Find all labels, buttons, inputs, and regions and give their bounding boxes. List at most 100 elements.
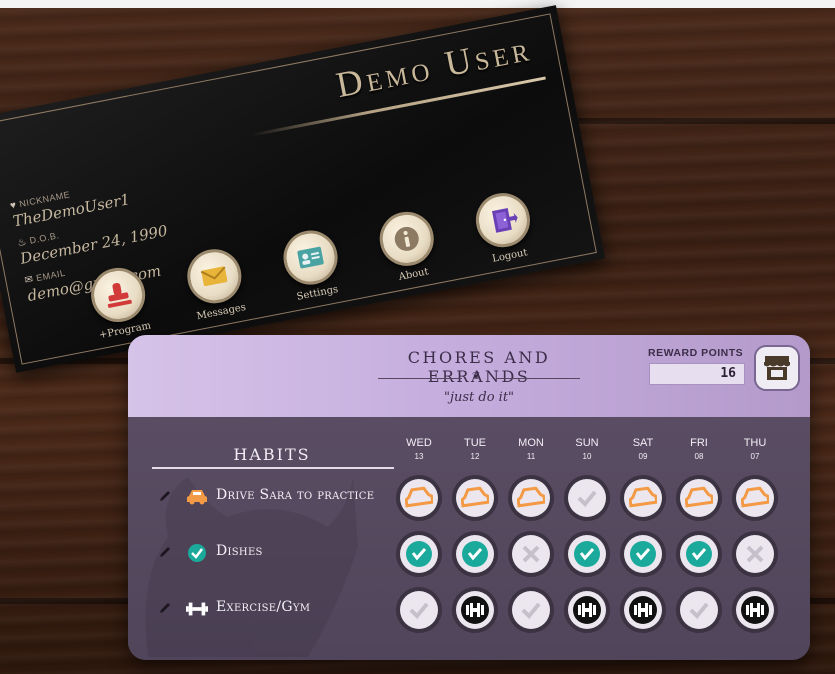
stamp-icon	[512, 479, 550, 517]
day-header-tue: TUE 12	[447, 437, 503, 461]
habit-day-cell[interactable]	[676, 587, 722, 633]
menu-logout-button[interactable]: Logout	[463, 187, 545, 268]
habit-day-cell[interactable]	[732, 531, 778, 577]
cross-mark-icon	[736, 535, 774, 573]
habit-day-cell[interactable]	[508, 587, 554, 633]
reward-points-label: REWARD POINTS	[648, 347, 744, 359]
stamp-icon	[456, 479, 494, 517]
habit-day-cell[interactable]	[452, 475, 498, 521]
habits-underline	[152, 467, 394, 469]
title-rule-right	[496, 378, 580, 379]
habit-day-cell[interactable]	[564, 475, 610, 521]
cake-icon: ♨	[16, 236, 28, 250]
habit-day-cell[interactable]	[620, 531, 666, 577]
day-date: 11	[526, 452, 536, 461]
reward-points-value: 16	[649, 363, 745, 385]
habit-name[interactable]: Dishes	[216, 543, 263, 559]
menu-messages-button[interactable]: Messages	[175, 243, 257, 324]
habit-day-cell[interactable]	[508, 475, 554, 521]
day-date: 08	[694, 452, 704, 461]
stamp-icon	[568, 535, 606, 573]
cross-mark-icon	[512, 535, 550, 573]
top-strip	[0, 0, 835, 8]
day-header-mon: MON 11	[503, 437, 559, 461]
stamp-icon	[624, 479, 662, 517]
store-icon	[764, 356, 790, 380]
habit-day-cell[interactable]	[564, 531, 610, 577]
logout-circle[interactable]	[471, 188, 535, 252]
about-circle[interactable]	[375, 207, 439, 271]
day-date: 07	[750, 452, 760, 461]
habit-day-cell[interactable]	[732, 587, 778, 633]
edit-pencil-icon[interactable]	[158, 488, 174, 504]
habit-day-cell[interactable]	[676, 475, 722, 521]
id-card-icon	[297, 246, 324, 269]
stamp-icon	[107, 282, 132, 308]
stamp-icon	[624, 591, 662, 629]
stamp-icon	[736, 591, 774, 629]
habit-row: Exercise/Gym	[128, 585, 810, 635]
heart-icon: ♥	[9, 199, 18, 212]
stamp-icon	[400, 479, 438, 517]
edit-pencil-icon[interactable]	[158, 600, 174, 616]
habit-day-cell[interactable]	[396, 531, 442, 577]
day-date: 09	[638, 452, 648, 461]
profile-card: Demo User ♥NICKNAME TheDemoUser1 ♨D.O.B.…	[0, 5, 606, 373]
menu-settings-button[interactable]: Settings	[271, 224, 353, 305]
day-name: THU	[743, 437, 767, 449]
day-name: FRI	[690, 437, 708, 449]
car-icon	[186, 486, 208, 508]
messages-circle[interactable]	[182, 244, 246, 308]
title-rule-left	[378, 378, 462, 379]
stamp-icon	[568, 591, 606, 629]
stamp-icon	[456, 535, 494, 573]
ornament-icon: ❦	[472, 371, 481, 382]
chores-panel: CHORES AND ERRANDS ❦ "just do it" REWARD…	[128, 335, 810, 660]
habit-name[interactable]: Drive Sara to practice	[216, 487, 374, 503]
day-header-sat: SAT 09	[615, 437, 671, 461]
stamp-icon	[680, 535, 718, 573]
check-mark-icon	[400, 591, 438, 629]
stamp-icon	[624, 535, 662, 573]
habit-day-cell[interactable]	[452, 587, 498, 633]
habit-day-cell[interactable]	[564, 587, 610, 633]
panel-body: HABITS WED 13 TUE 12 MON 11 SUN 10 SAT 09 FRI 08 THU…	[128, 417, 810, 660]
habit-name[interactable]: Exercise/Gym	[216, 599, 310, 615]
habit-row: Dishes	[128, 529, 810, 579]
menu-program-button[interactable]: +Program	[79, 262, 161, 343]
envelope-small-icon: ✉	[23, 273, 35, 287]
habit-day-cell[interactable]	[676, 531, 722, 577]
check-mark-icon	[568, 479, 606, 517]
day-date: 13	[414, 452, 424, 461]
day-name: WED	[406, 437, 432, 449]
check-mark-icon	[512, 591, 550, 629]
menu-about-button[interactable]: About	[367, 206, 449, 287]
habit-day-cell[interactable]	[620, 475, 666, 521]
check-circle-icon	[186, 542, 208, 564]
habit-day-cell[interactable]	[620, 587, 666, 633]
day-name: SAT	[632, 437, 654, 449]
day-header-thu: THU 07	[727, 437, 783, 461]
habit-day-cell[interactable]	[452, 531, 498, 577]
check-mark-icon	[680, 591, 718, 629]
day-name: TUE	[464, 437, 486, 449]
info-icon	[394, 226, 419, 251]
stamp-icon	[456, 591, 494, 629]
store-button[interactable]	[754, 345, 800, 391]
panel-header: CHORES AND ERRANDS ❦ "just do it" REWARD…	[128, 335, 810, 417]
habit-day-cell[interactable]	[396, 587, 442, 633]
habit-day-cell[interactable]	[396, 475, 442, 521]
habit-day-cell[interactable]	[508, 531, 554, 577]
day-header-sun: SUN 10	[559, 437, 615, 461]
day-date: 12	[470, 452, 480, 461]
panel-subtitle: "just do it"	[443, 390, 515, 405]
day-name: MON	[518, 437, 544, 449]
door-exit-icon	[492, 208, 518, 233]
habit-day-cell[interactable]	[732, 475, 778, 521]
program-circle[interactable]	[86, 263, 150, 327]
day-header-wed: WED 13	[391, 437, 447, 461]
day-name: SUN	[575, 437, 599, 449]
settings-circle[interactable]	[278, 225, 343, 290]
edit-pencil-icon[interactable]	[158, 544, 174, 560]
day-date: 10	[582, 452, 592, 461]
